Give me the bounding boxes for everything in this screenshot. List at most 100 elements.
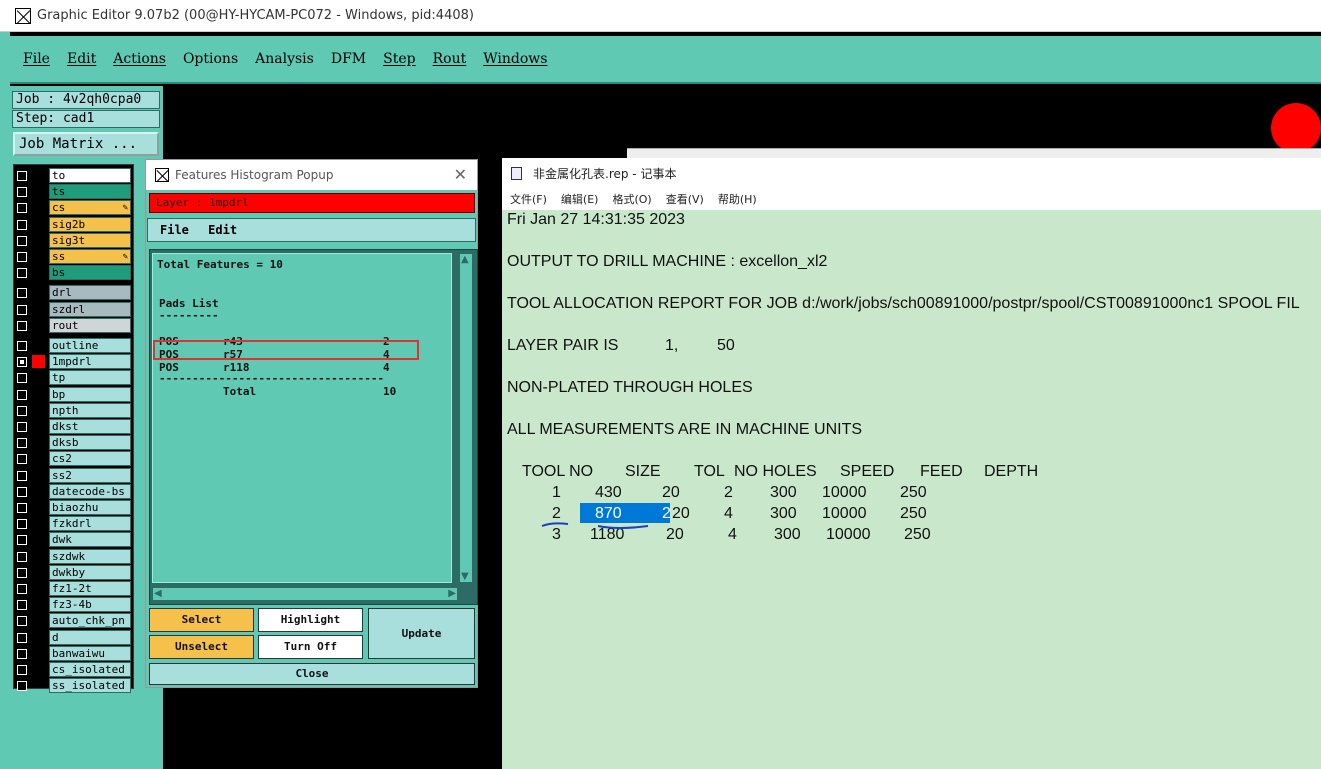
layer-row-biaozhu[interactable]: biaozhu [14,500,135,516]
layer-checkbox[interactable] [17,438,27,449]
layer-row-to[interactable]: to [14,168,135,184]
layer-row-fz3-4b[interactable]: fz3-4b [14,597,135,613]
scroll-left-icon[interactable]: ◀ [154,588,162,599]
layer-name[interactable]: dwkby [49,564,131,580]
layer-row-d[interactable]: d [14,629,135,646]
layer-checkbox[interactable] [17,252,27,262]
layer-name[interactable]: ss_isolated [49,678,131,694]
layer-row-npth[interactable]: npth [14,402,135,419]
layer-checkbox[interactable] [17,519,27,530]
menu-file[interactable]: File [23,51,50,67]
layer-row-szdrl[interactable]: szdrl [14,301,135,318]
np-menu-view[interactable]: 查看(V) [666,191,704,207]
layer-checkbox[interactable] [17,648,27,659]
layer-checkbox[interactable] [17,373,27,384]
layer-name[interactable]: auto_chk_pn [49,613,131,629]
layer-checkbox[interactable] [17,304,27,315]
layer-row-drl[interactable]: drl [14,285,135,301]
layer-name[interactable]: sig2b [49,216,131,232]
layer-checkbox[interactable] [17,551,27,562]
layer-row-banwaiwu[interactable]: banwaiwu [14,645,135,662]
layer-checkbox[interactable] [17,203,27,214]
layer-name[interactable]: dksb [49,435,131,451]
layer-checkbox[interactable] [17,187,27,198]
layer-name[interactable]: rout [49,317,131,333]
layer-row-outline[interactable]: outline [14,338,135,354]
layer-checkbox[interactable] [17,535,27,546]
layer-name[interactable]: datecode-bs [49,483,131,499]
layer-row-ss[interactable]: ss ✎ [14,249,135,265]
vertical-scrollbar[interactable]: ▲ ▼ [459,253,473,583]
menu-rout[interactable]: Rout [433,51,467,67]
layer-checkbox[interactable] [17,584,27,594]
layer-row-dwkby[interactable]: dwkby [14,564,135,581]
layer-row-bp[interactable]: bp [14,386,135,403]
layer-name[interactable]: szdrl [49,301,131,317]
menu-windows[interactable]: Windows [483,51,547,67]
layer-checkbox[interactable] [17,341,27,351]
layer-name[interactable]: fz1-2t [49,581,131,596]
layer-name[interactable]: cs ✎ [49,200,131,216]
layer-row-sig3t[interactable]: sig3t [14,232,135,249]
layer-row-fz1-2t[interactable]: fz1-2t [14,581,135,597]
menu-analysis[interactable]: Analysis [255,51,314,67]
layer-checkbox[interactable] [17,470,27,481]
layer-checkbox[interactable] [17,389,27,400]
layer-checkbox[interactable] [17,486,27,497]
menu-edit[interactable]: Edit [67,51,96,67]
layer-name[interactable]: banwaiwu [49,645,131,661]
update-button[interactable]: Update [368,608,475,659]
layer-name[interactable]: sig3t [49,232,131,248]
layer-row-szdwk[interactable]: szdwk [14,548,135,565]
layer-name[interactable]: dkst [49,419,131,434]
select-button[interactable]: Select [149,608,254,632]
menu-actions[interactable]: Actions [113,51,166,67]
layer-row-cs_isolated[interactable]: cs_isolated [14,662,135,678]
layer-row-dksb[interactable]: dksb [14,435,135,451]
layer-name[interactable]: bs [49,265,131,281]
layer-name[interactable]: tp [49,370,131,386]
menu-dfm[interactable]: DFM [331,51,366,67]
highlight-button[interactable]: Highlight [258,608,363,632]
layer-row-rout[interactable]: rout [14,317,135,334]
layer-checkbox[interactable] [17,405,27,416]
layer-checkbox[interactable] [17,681,27,692]
layer-row-auto_chk_pn[interactable]: auto_chk_pn [14,613,135,629]
layer-checkbox[interactable] [17,219,27,230]
np-menu-help[interactable]: 帮助(H) [718,191,757,207]
layer-name[interactable]: cs_isolated [49,662,131,677]
unselect-button[interactable]: Unselect [149,635,254,659]
popup-menu-edit[interactable]: Edit [208,223,237,237]
layer-checkbox[interactable] [17,567,27,578]
layer-row-cs[interactable]: cs ✎ [14,200,135,216]
layer-name[interactable]: bp [49,386,131,402]
layer-row-dkst[interactable]: dkst [14,419,135,435]
scroll-right-icon[interactable]: ▶ [448,588,456,599]
menu-step[interactable]: Step [383,51,415,67]
turn-off-button[interactable]: Turn Off [258,635,363,659]
scroll-up-icon[interactable]: ▲ [461,254,469,265]
scroll-down-icon[interactable]: ▼ [461,571,469,582]
layer-name[interactable]: cs2 [49,451,131,467]
layer-name[interactable]: npth [49,402,131,418]
layer-row-bs[interactable]: bs [14,265,135,281]
layer-row-datecode-bs[interactable]: datecode-bs [14,483,135,500]
layer-name[interactable]: d [49,629,131,645]
layer-name[interactable]: drl [49,285,131,301]
layer-row-ss2[interactable]: ss2 [14,467,135,484]
layer-checkbox[interactable] [17,616,27,627]
layer-name[interactable]: szdwk [49,548,131,564]
layer-checkbox[interactable] [17,320,27,331]
layer-name[interactable]: ts [49,184,131,200]
layer-name[interactable]: ss ✎ [49,249,131,264]
np-menu-format[interactable]: 格式(O) [612,191,651,207]
close-icon[interactable]: ✕ [454,165,467,184]
layer-name[interactable]: to [49,168,131,183]
layer-name[interactable]: 1mpdrl [49,354,131,370]
layer-checkbox[interactable] [17,632,27,643]
layer-name[interactable]: dwk [49,532,131,548]
layer-checkbox[interactable] [17,171,27,181]
layer-checkbox[interactable] [17,357,27,368]
report-text-area[interactable]: Total Features = 10 Pads List --------- … [152,253,452,583]
job-matrix-button[interactable]: Job Matrix ... [13,132,159,156]
